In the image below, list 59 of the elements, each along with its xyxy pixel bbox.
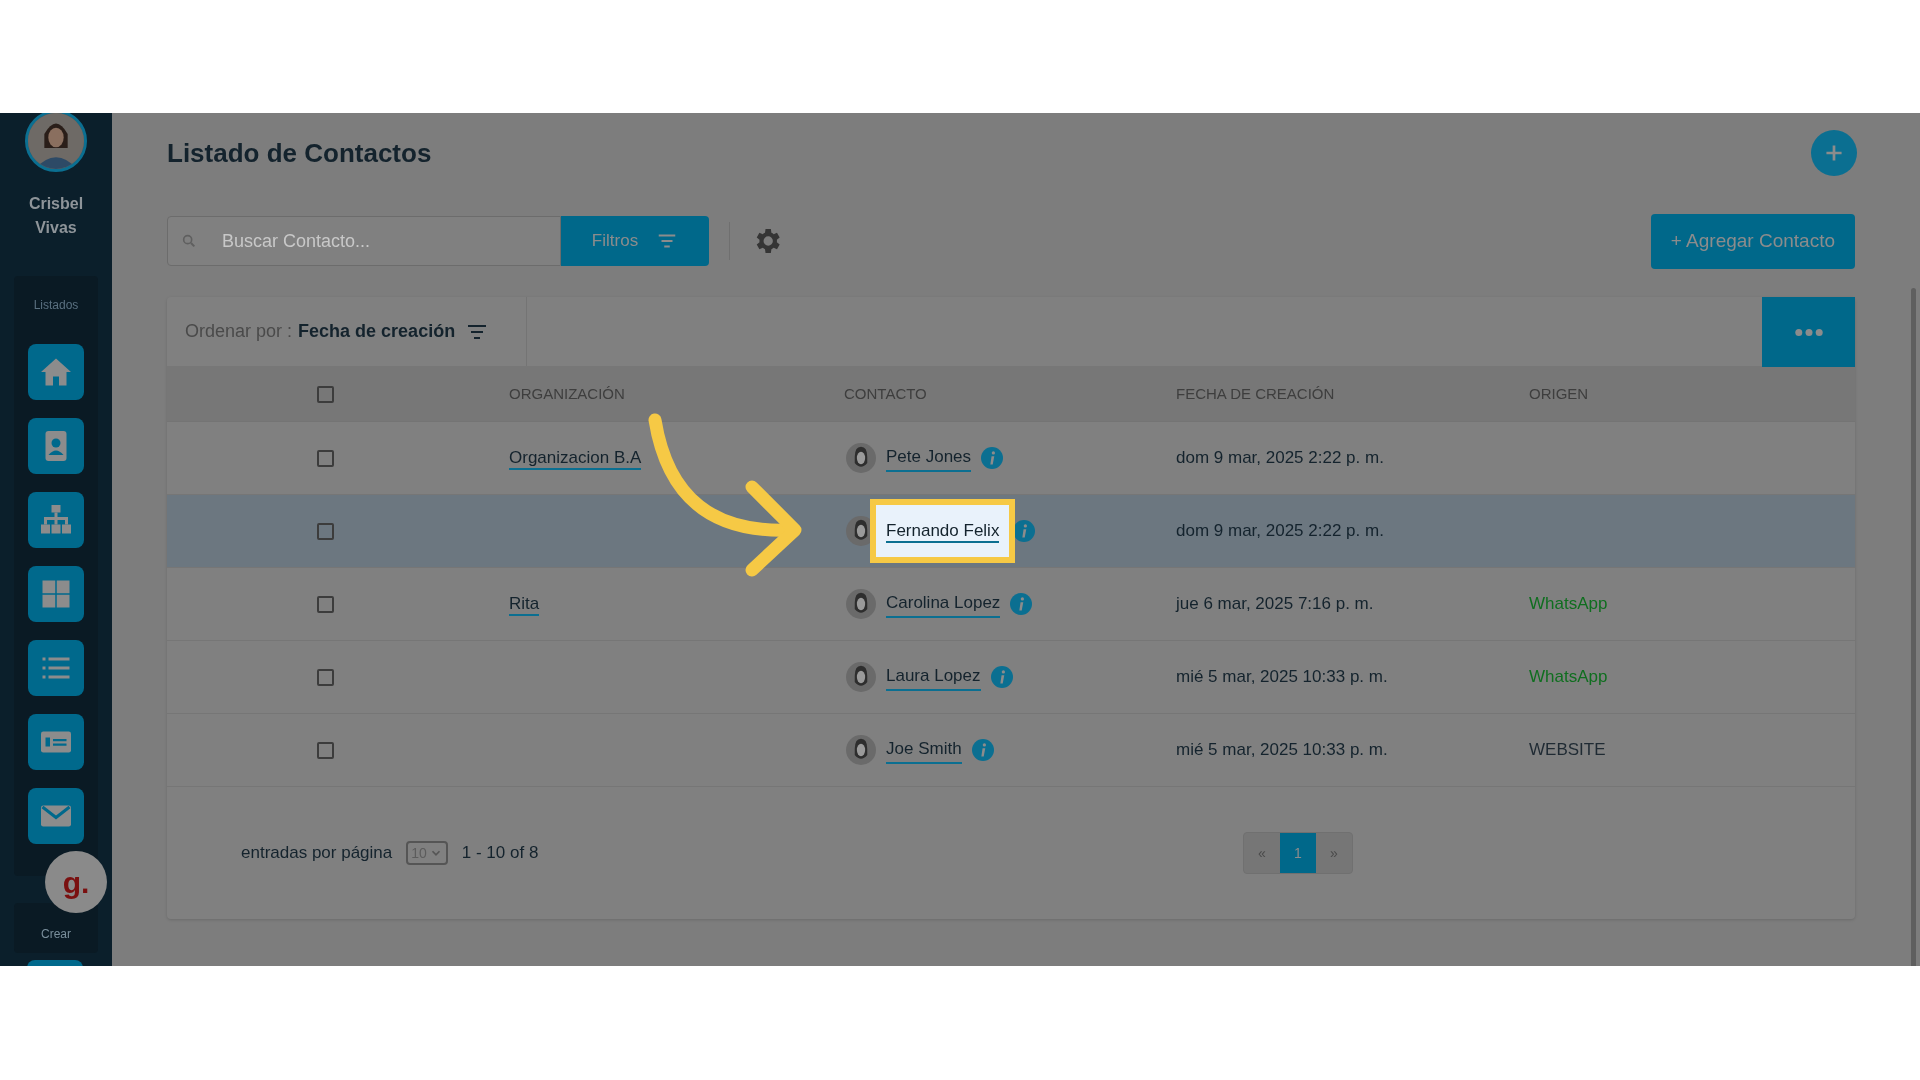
contact-link[interactable]: Carolina Lopez — [886, 589, 1001, 619]
info-icon — [971, 739, 994, 761]
user-avatar[interactable] — [25, 113, 87, 172]
home-nav-button[interactable] — [28, 344, 84, 400]
sort-dropdown[interactable]: Fecha de creación — [298, 318, 490, 345]
contact-link[interactable]: Pete Jones — [886, 443, 972, 473]
create-label: Crear — [41, 926, 71, 943]
column-header: FECHA DE CREACIÓN — [1176, 385, 1335, 402]
page-title: Listado de Contactos — [167, 136, 432, 170]
mail-nav-button[interactable] — [28, 788, 84, 844]
avatar-icon — [846, 589, 876, 619]
more-icon — [1794, 328, 1823, 336]
column-header: ORGANIZACIÓN — [509, 385, 625, 402]
invoice-nav-button[interactable] — [28, 714, 84, 770]
select-all-checkbox[interactable] — [317, 385, 334, 403]
table-row[interactable]: Fernando Felix dom 9 mar, 2025 2:22 p. m. — [167, 495, 1855, 568]
list-nav-button[interactable] — [28, 640, 84, 696]
info-icon — [981, 447, 1004, 469]
search-field[interactable]: Buscar Contacto... — [167, 216, 561, 266]
column-header: ORIGEN — [1529, 385, 1589, 402]
row-checkbox[interactable] — [317, 595, 334, 613]
date-text: dom 9 mar, 2025 2:22 p. m. — [1176, 521, 1384, 541]
add-button[interactable] — [1811, 130, 1857, 176]
date-text: jue 6 mar, 2025 7:16 p. m. — [1176, 594, 1374, 614]
contact-link[interactable]: Laura Lopez — [886, 662, 981, 692]
scrollbar[interactable] — [1911, 288, 1916, 966]
user-name: Crisbel Vivas — [27, 194, 85, 238]
date-text: mié 5 mar, 2025 10:33 p. m. — [1176, 667, 1388, 687]
table-row[interactable]: Joe Smith mié 5 mar, 2025 10:33 p. m. WEBSITE — [167, 714, 1855, 787]
hierarchy-nav-button[interactable] — [28, 492, 84, 548]
avatar-icon — [846, 443, 876, 473]
organization-link[interactable]: Rita — [509, 594, 540, 617]
per-page-label: entradas por página — [241, 842, 393, 865]
contact-link[interactable]: Joe Smith — [886, 735, 962, 765]
contact-card-nav-button[interactable] — [28, 418, 84, 474]
origin-text: WEBSITE — [1529, 740, 1606, 760]
row-checkbox[interactable] — [317, 668, 334, 686]
row-checkbox[interactable] — [317, 449, 334, 467]
origin-text: WhatsApp — [1529, 594, 1608, 614]
search-icon — [181, 233, 197, 249]
origin-text: WhatsApp — [1529, 667, 1608, 687]
row-checkbox[interactable] — [317, 522, 334, 540]
grid-nav-button[interactable] — [28, 566, 84, 622]
row-checkbox[interactable] — [317, 741, 334, 759]
avatar-icon — [846, 662, 876, 692]
section-label: Listados — [33, 297, 79, 314]
contact-link[interactable]: Fernando Felix — [886, 521, 1000, 544]
date-text: mié 5 mar, 2025 10:33 p. m. — [1176, 740, 1388, 760]
column-header: CONTACTO — [844, 385, 927, 402]
table-row[interactable]: Laura Lopez mié 5 mar, 2025 10:33 p. m. WhatsApp — [167, 641, 1855, 714]
organization-link[interactable]: Organizacion B.A — [509, 448, 642, 471]
avatar-icon — [846, 735, 876, 765]
info-icon — [1010, 593, 1033, 615]
info-icon — [990, 666, 1013, 688]
info-icon — [1013, 520, 1036, 542]
table-row[interactable]: Organizacion B.A Pete Jones dom 9 mar, 2025 2:22 p. m. — [167, 422, 1855, 495]
date-text: dom 9 mar, 2025 2:22 p. m. — [1176, 448, 1384, 468]
range-text: 1 - 10 of 8 — [461, 842, 539, 865]
table-row[interactable]: Rita Carolina Lopez jue 6 mar, 2025 7:16 p. m. WhatsApp — [167, 568, 1855, 641]
